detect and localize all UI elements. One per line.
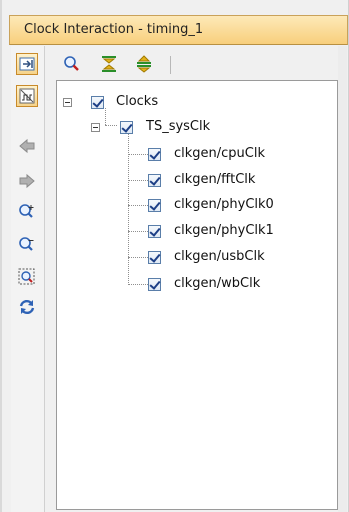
right-panel-edge (338, 46, 347, 512)
tree-connector (128, 180, 148, 181)
clock-settings-button[interactable] (16, 85, 38, 107)
clock-tree-panel: Clocks TS_sysClk clkgen/cpuClk clkgen/ff… (56, 80, 338, 510)
expand-all-button[interactable] (134, 54, 154, 74)
tree-node-cpuclk[interactable]: clkgen/cpuClk (148, 146, 328, 166)
arrow-right-icon (19, 173, 35, 189)
zoom-in-button[interactable] (16, 201, 38, 223)
checkbox-phyclk0[interactable] (148, 199, 161, 212)
back-button[interactable] (16, 135, 38, 157)
tree-label-ts-sysclk: TS_sysClk (146, 119, 211, 134)
tree-label-wbclk: clkgen/wbClk (174, 276, 261, 291)
zoom-out-button[interactable] (16, 234, 38, 256)
search-icon (64, 56, 79, 71)
tree-node-usbclk[interactable]: clkgen/usbClk (148, 249, 328, 269)
window-title: Clock Interaction - timing_1 (24, 22, 204, 37)
zoom-in-icon (19, 204, 34, 218)
checkbox-usbclk[interactable] (148, 251, 161, 264)
tree-node-wbclk[interactable]: clkgen/wbClk (148, 276, 328, 296)
arrow-left-icon (19, 138, 35, 154)
top-toolbar (52, 52, 182, 78)
tree-label-fftclk: clkgen/fftClk (174, 172, 256, 187)
tree-label-cpuclk: clkgen/cpuClk (174, 146, 266, 161)
clock-settings-icon (19, 88, 35, 104)
expand-pane-icon (19, 57, 35, 71)
left-toolbar (11, 46, 45, 512)
checkbox-wbclk[interactable] (148, 278, 161, 291)
checkbox-phyclk1[interactable] (148, 225, 161, 238)
tree-label-phyclk1: clkgen/phyClk1 (174, 223, 274, 238)
tree-node-phyclk0[interactable]: clkgen/phyClk0 (148, 197, 328, 217)
tree-label-usbclk: clkgen/usbClk (174, 249, 265, 264)
tree-node-clocks[interactable]: Clocks (63, 93, 203, 113)
tree-connector (128, 231, 148, 232)
collapse-all-button[interactable] (99, 54, 119, 74)
expand-pane-button[interactable] (16, 53, 38, 75)
toolbar-separator (170, 56, 171, 74)
checkbox-ts-sysclk[interactable] (120, 121, 133, 134)
refresh-button[interactable] (16, 296, 38, 318)
tree-node-phyclk1[interactable]: clkgen/phyClk1 (148, 223, 328, 243)
collapse-toggle-ts-sysclk[interactable] (91, 123, 100, 132)
tree-connector (128, 154, 148, 155)
tree-node-ts-sysclk[interactable]: TS_sysClk (91, 118, 251, 138)
collapse-all-icon (102, 56, 116, 72)
search-button[interactable] (62, 54, 82, 74)
zoom-fit-icon (18, 268, 35, 285)
zoom-fit-button[interactable] (16, 266, 38, 288)
checkbox-cpuclk[interactable] (148, 148, 161, 161)
collapse-toggle-clocks[interactable] (63, 98, 72, 107)
tree-connector (128, 257, 148, 258)
checkbox-clocks[interactable] (91, 96, 104, 109)
title-bar[interactable]: Clock Interaction - timing_1 (9, 15, 348, 45)
tree-connector (128, 205, 148, 206)
forward-button[interactable] (16, 170, 38, 192)
tree-connector (128, 284, 148, 285)
tree-node-fftclk[interactable]: clkgen/fftClk (148, 172, 328, 192)
tree-label-phyclk0: clkgen/phyClk0 (174, 197, 274, 212)
expand-all-icon (137, 55, 151, 73)
refresh-icon (19, 299, 35, 315)
zoom-out-icon (19, 237, 34, 251)
checkbox-fftclk[interactable] (148, 174, 161, 187)
tree-label-clocks: Clocks (116, 94, 159, 109)
